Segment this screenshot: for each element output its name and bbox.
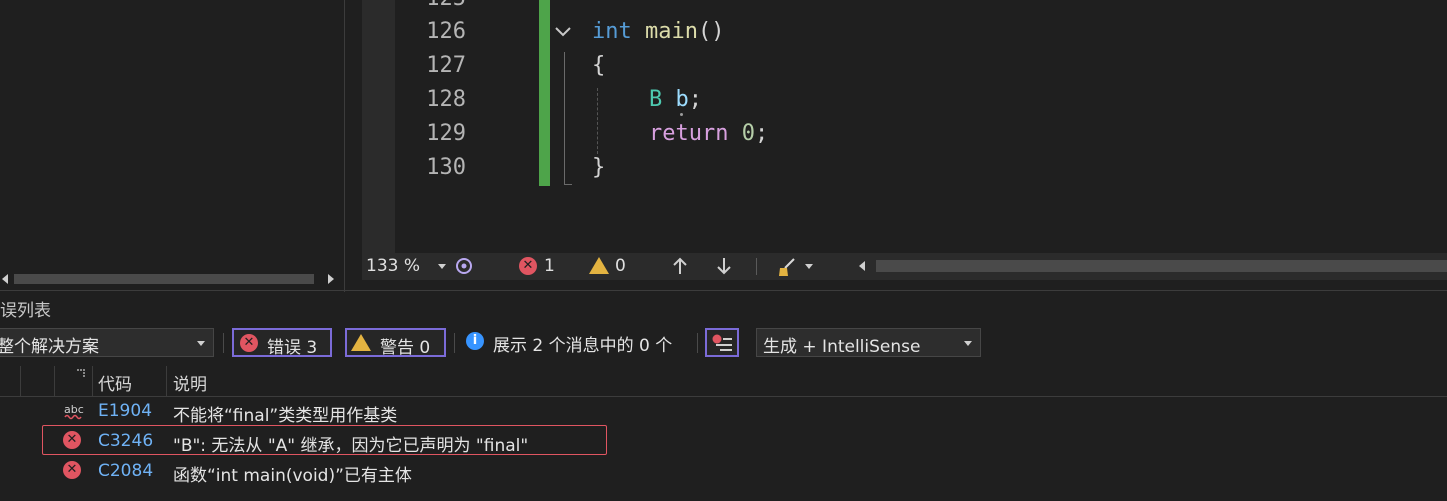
messages-toggle-label: 展示 2 个消息中的 0 个 [493, 336, 673, 356]
error-row[interactable]: abc E1904 不能将“final”类类型用作基类 [0, 397, 1447, 427]
filter-button[interactable] [705, 328, 739, 357]
svg-text:abc: abc [64, 403, 84, 416]
code-token: ; [688, 87, 702, 112]
outline-guide [564, 52, 565, 185]
scroll-left-icon[interactable] [2, 274, 8, 284]
change-tracking-bar [539, 0, 550, 186]
panel-divider [0, 290, 1447, 291]
left-horizontal-scrollbar[interactable] [0, 270, 342, 288]
left-pane [0, 0, 345, 292]
scroll-left-icon[interactable] [859, 261, 865, 271]
code-token: main [645, 19, 698, 44]
left-scroll-thumb[interactable] [14, 274, 314, 284]
code-line-127: { [592, 53, 606, 78]
warning-count-icon[interactable] [589, 257, 609, 274]
collapse-chevron-icon[interactable] [554, 25, 572, 39]
scope-value: 整个解决方案 [0, 337, 99, 357]
code-token: int [592, 19, 632, 44]
squiggle-dot [680, 113, 683, 116]
warnings-filter-toggle[interactable]: 警告 0 [345, 328, 446, 358]
column-header-description[interactable]: 说明 [173, 370, 207, 395]
editor-status-bar: 133 % ✕ 1 0 [362, 253, 1447, 280]
error-list-header [0, 366, 1447, 397]
zoom-level[interactable]: 133 % [366, 256, 420, 276]
build-source-value: 生成 + IntelliSense [763, 337, 921, 357]
editor-margin [362, 0, 395, 253]
toolbar-separator [223, 333, 224, 353]
error-count-icon[interactable]: ✕ [519, 257, 537, 275]
code-token: return [649, 121, 729, 146]
errors-filter-toggle[interactable]: ✕ 错误 3 [232, 328, 332, 358]
info-icon: i [466, 332, 484, 350]
toolbar-separator [697, 333, 698, 353]
intellicode-icon[interactable] [454, 256, 474, 276]
code-line-126: int main() [592, 19, 724, 44]
line-number: 126 [426, 19, 466, 44]
line-number: 125 [420, 0, 466, 11]
line-number: 127 [426, 53, 466, 78]
code-token: b [675, 87, 689, 112]
editor-horizontal-scrollbar[interactable] [876, 260, 1447, 272]
error-icon: ✕ [63, 461, 81, 479]
previous-issue-arrow-icon[interactable] [672, 257, 688, 275]
chevron-down-icon [964, 341, 972, 346]
messages-filter-toggle[interactable]: i 展示 2 个消息中的 0 个 [464, 328, 694, 357]
toolbar-separator [454, 333, 455, 353]
line-number: 128 [426, 87, 466, 112]
intellisense-abc-icon: abc [64, 403, 84, 420]
line-number: 130 [426, 155, 466, 180]
code-line-128: B b; [649, 87, 702, 112]
error-code[interactable]: C2084 [98, 461, 153, 481]
code-token: 0 [741, 121, 755, 146]
error-list-title: 错误列表 [0, 301, 51, 321]
column-separator[interactable] [92, 366, 93, 396]
error-row[interactable]: ✕ C2084 函数“int main(void)”已有主体 [0, 457, 1447, 487]
code-editor[interactable] [395, 0, 1447, 253]
code-token: ; [754, 121, 769, 146]
build-source-dropdown[interactable]: 生成 + IntelliSense [756, 328, 981, 357]
code-line-130: } [592, 155, 606, 180]
warning-count[interactable]: 0 [615, 256, 626, 276]
errors-toggle-label: 错误 3 [267, 338, 318, 358]
warnings-toggle-label: 警告 0 [380, 338, 431, 358]
error-description: 不能将“final”类类型用作基类 [173, 406, 398, 426]
error-code[interactable]: E1904 [98, 401, 152, 421]
scope-dropdown[interactable]: 整个解决方案 [0, 328, 214, 357]
code-line-129: return 0; [649, 121, 768, 146]
code-token: B [649, 87, 663, 112]
error-count[interactable]: 1 [544, 256, 555, 276]
column-separator[interactable] [20, 366, 21, 396]
code-cleanup-broom-icon[interactable] [776, 256, 798, 278]
outline-guide-end [564, 184, 572, 185]
column-header-code[interactable]: 代码 [98, 370, 132, 395]
column-options-icon[interactable] [76, 368, 88, 378]
indent-guide [597, 88, 598, 154]
cleanup-dropdown-icon[interactable] [805, 264, 813, 269]
scroll-right-icon[interactable] [328, 274, 334, 284]
status-separator [756, 258, 757, 275]
column-separator[interactable] [166, 366, 167, 396]
zoom-dropdown-icon[interactable] [438, 264, 446, 269]
filter-icon [712, 334, 732, 351]
error-icon: ✕ [240, 334, 258, 352]
warning-icon [351, 334, 371, 351]
column-separator[interactable] [54, 366, 55, 396]
chevron-down-icon [197, 341, 205, 346]
next-issue-arrow-icon[interactable] [716, 257, 732, 275]
error-description: 函数“int main(void)”已有主体 [173, 466, 412, 486]
line-number: 129 [426, 121, 466, 146]
code-token: () [697, 19, 725, 44]
selection-highlight [42, 425, 607, 455]
